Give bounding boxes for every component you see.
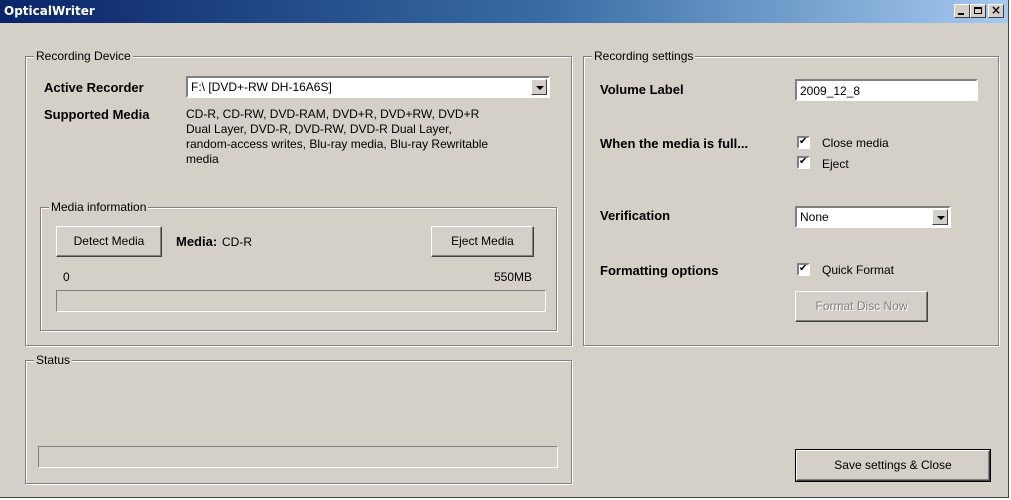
save-settings-close-button[interactable]: Save settings & Close: [795, 449, 991, 482]
format-disc-now-button[interactable]: Format Disc Now: [795, 291, 928, 322]
eject-label[interactable]: Eject: [822, 157, 849, 171]
volume-label: Volume Label: [600, 82, 684, 97]
minimize-icon: [958, 13, 964, 15]
chevron-down-icon[interactable]: [531, 79, 547, 95]
media-label: Media:: [176, 234, 218, 249]
supported-media-label: Supported Media: [44, 107, 150, 122]
main-window: OpticalWriter × Recording Device Active …: [0, 0, 1009, 498]
close-media-label[interactable]: Close media: [822, 136, 889, 150]
window-title: OpticalWriter: [4, 4, 95, 18]
supported-media-line: random-access writes, Blu-ray media, Blu…: [186, 137, 489, 151]
quick-format-label[interactable]: Quick Format: [822, 263, 894, 277]
minimize-button[interactable]: [954, 4, 970, 18]
formatting-options-label: Formatting options: [600, 263, 719, 278]
media-value: CD-R: [222, 235, 252, 249]
eject-checkbox[interactable]: [797, 155, 810, 169]
maximize-icon: [974, 7, 982, 14]
media-capacity-progress: [56, 290, 546, 312]
media-max-label: 550MB: [494, 270, 533, 284]
verification-label: Verification: [600, 208, 671, 223]
supported-media-list: CD-R, CD-RW, DVD-RAM, DVD+R, DVD+RW, DVD…: [186, 107, 556, 167]
supported-media-line: Dual Layer, DVD-R, DVD-RW, DVD-R Dual La…: [186, 122, 452, 136]
close-icon: ×: [990, 3, 1002, 17]
chevron-down-icon[interactable]: [932, 209, 948, 225]
active-recorder-label: Active Recorder: [44, 80, 144, 95]
media-information-title: Media information: [49, 200, 149, 214]
recording-device-title: Recording Device: [34, 49, 133, 63]
title-bar-buttons: ×: [954, 3, 1004, 18]
status-title: Status: [34, 353, 73, 367]
verification-select[interactable]: None: [795, 206, 951, 228]
status-progress: [38, 446, 558, 468]
recording-settings-title: Recording settings: [592, 49, 696, 63]
maximize-button[interactable]: [970, 4, 986, 18]
detect-media-button[interactable]: Detect Media: [56, 226, 162, 257]
when-media-full-label: When the media is full...: [600, 136, 749, 151]
media-min-label: 0: [63, 270, 70, 284]
close-button[interactable]: ×: [988, 3, 1004, 18]
active-recorder-select[interactable]: F:\ [DVD+-RW DH-16A6S]: [186, 76, 550, 98]
volume-label-value: 2009_12_8: [800, 84, 861, 98]
supported-media-line: CD-R, CD-RW, DVD-RAM, DVD+R, DVD+RW, DVD…: [186, 107, 480, 121]
volume-label-input[interactable]: 2009_12_8: [795, 79, 978, 101]
close-media-checkbox[interactable]: [797, 135, 810, 149]
quick-format-checkbox[interactable]: [797, 262, 810, 276]
title-bar[interactable]: OpticalWriter ×: [0, 0, 1008, 23]
active-recorder-value: F:\ [DVD+-RW DH-16A6S]: [191, 80, 332, 94]
verification-value: None: [800, 210, 829, 224]
eject-media-button[interactable]: Eject Media: [431, 226, 534, 257]
supported-media-line: media: [186, 152, 219, 166]
